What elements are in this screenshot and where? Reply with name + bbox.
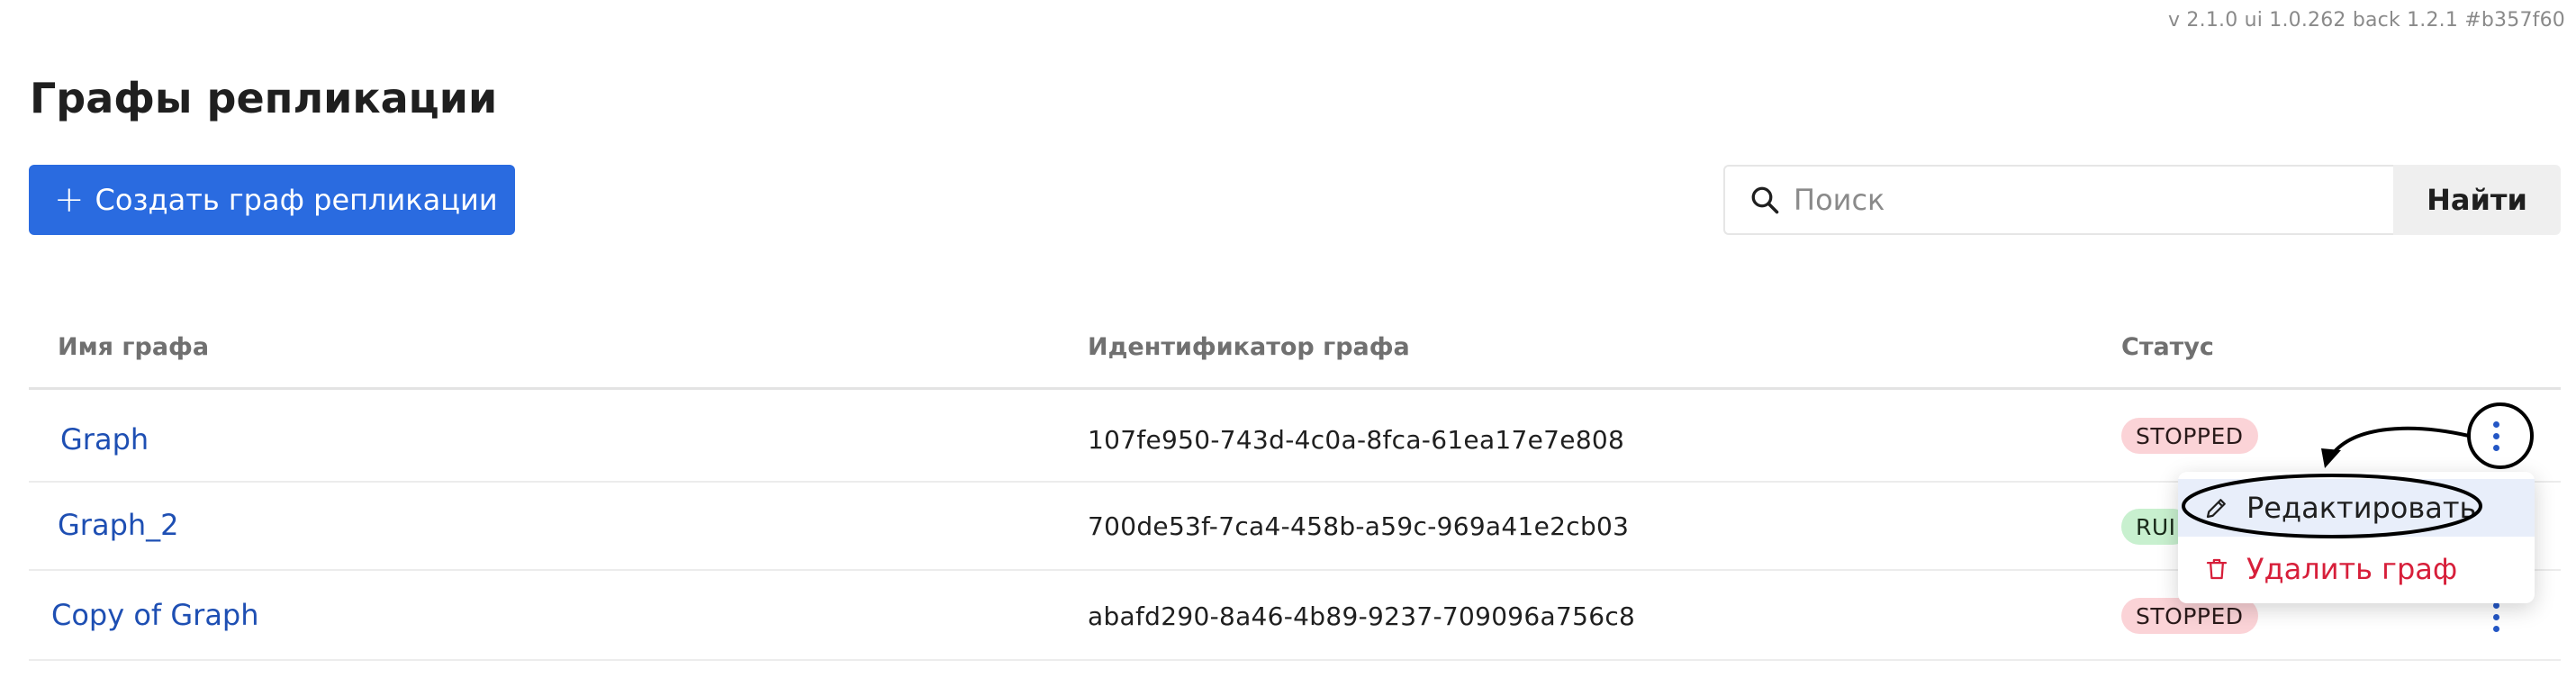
create-graph-button[interactable]: + Создать граф репликации <box>29 165 515 235</box>
menu-item-delete[interactable]: Удалить граф <box>2178 540 2535 598</box>
status-badge: STOPPED <box>2121 598 2258 634</box>
create-graph-button-label: Создать граф репликации <box>95 183 498 217</box>
graph-name-link[interactable]: Graph <box>60 422 149 457</box>
graph-name-link[interactable]: Graph_2 <box>58 508 179 542</box>
row-actions-menu: Редактировать Удалить граф <box>2178 472 2535 603</box>
graph-name-link[interactable]: Copy of Graph <box>51 598 259 632</box>
menu-item-delete-label: Удалить граф <box>2246 552 2458 586</box>
search-input[interactable] <box>1792 182 2354 218</box>
column-header-status: Статус <box>2121 333 2214 361</box>
pencil-icon <box>2206 499 2226 519</box>
column-header-name: Имя графа <box>58 333 210 361</box>
graph-id: 700de53f-7ca4-458b-a59c-969a41e2cb03 <box>1088 511 1630 541</box>
row-divider <box>29 659 2561 661</box>
graph-id: abafd290-8a46-4b89-9237-709096a756c8 <box>1088 601 1636 631</box>
version-info: v 2.1.0 ui 1.0.262 back 1.2.1 #b357f60 <box>2168 9 2565 32</box>
column-header-id: Идентификатор графа <box>1088 333 1410 361</box>
plus-icon: + <box>54 179 85 221</box>
menu-item-edit[interactable]: Редактировать <box>2178 479 2535 537</box>
search-box <box>1723 165 2393 235</box>
status-badge: STOPPED <box>2121 418 2258 454</box>
search-submit-button[interactable]: Найти <box>2393 165 2561 235</box>
menu-item-edit-label: Редактировать <box>2246 491 2477 525</box>
row-actions-kebab-icon[interactable] <box>2480 415 2512 457</box>
graph-id: 107fe950-743d-4c0a-8fca-61ea17e7e808 <box>1088 425 1625 455</box>
trash-icon <box>2206 558 2228 580</box>
table-header-divider <box>29 387 2561 390</box>
page-title: Графы репликации <box>30 74 498 122</box>
search-icon <box>1751 186 1779 214</box>
